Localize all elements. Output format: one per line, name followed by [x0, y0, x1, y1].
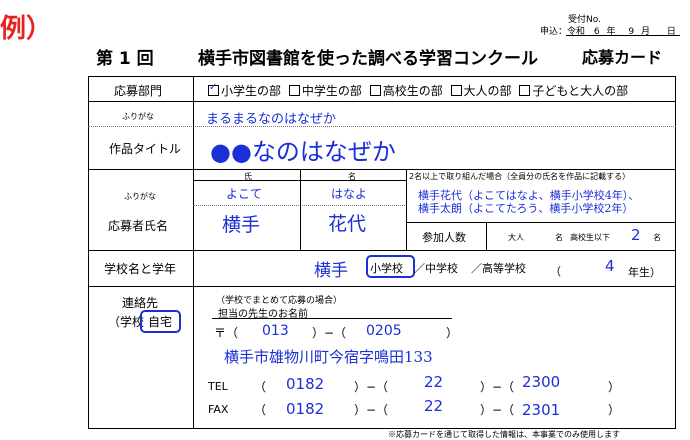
- grade-value[interactable]: 4: [605, 257, 615, 275]
- given-name-furigana[interactable]: はなよ: [331, 185, 367, 202]
- title-round: 第 1 回: [96, 49, 154, 69]
- school-type-high[interactable]: ／高等学校: [471, 260, 526, 276]
- children-label: 高校生以下: [570, 233, 610, 242]
- postal-code-1[interactable]: 013: [262, 323, 289, 339]
- fax-sep-2: ）−（: [480, 403, 515, 417]
- participants-label: 参加人数: [422, 231, 466, 244]
- fax-part-3[interactable]: 2301: [522, 401, 560, 419]
- page-title: 横手市図書館を使った調べる学習コンクール: [198, 49, 538, 69]
- contact-school-prefix: （学校: [108, 315, 145, 329]
- checkbox-icon[interactable]: [208, 82, 219, 96]
- children-count[interactable]: 2: [631, 226, 641, 244]
- given-name-value[interactable]: 花代: [328, 209, 366, 236]
- division-option-elementary[interactable]: 小学生の部: [208, 82, 281, 98]
- children-unit: 名: [653, 233, 661, 242]
- checkbox-icon[interactable]: [369, 85, 381, 96]
- example-mark: 例）: [0, 14, 53, 44]
- applicant-name-label: 応募者氏名: [108, 219, 169, 233]
- card-title: 応募カード: [582, 48, 663, 67]
- form-table: [88, 76, 676, 429]
- checkbox-icon[interactable]: [519, 85, 531, 96]
- group-note: 2名以上で取り組んだ場合（全員分の氏名を作品に記載する）: [409, 172, 631, 181]
- postal-code-2[interactable]: 0205: [366, 323, 402, 339]
- school-type-circle: [366, 255, 415, 278]
- division-label: 応募部門: [114, 84, 163, 98]
- grade-open: （: [550, 265, 561, 278]
- adults-label: 大人: [508, 233, 524, 242]
- postal-mark: 〒（: [214, 326, 239, 340]
- work-title-label: 作品タイトル: [109, 142, 182, 156]
- contact-home-circle: [140, 310, 181, 333]
- school-name[interactable]: 横手: [314, 256, 348, 281]
- applicant-furigana-label: ふりがな: [124, 192, 156, 201]
- tel-part-2[interactable]: 22: [424, 373, 443, 391]
- checkbox-icon[interactable]: [288, 85, 300, 96]
- work-title-value[interactable]: ●●なのはなぜか: [210, 132, 396, 167]
- address-value[interactable]: 横手市雄物川町今宿字鳴田133: [224, 346, 433, 367]
- fax-part-1[interactable]: 0182: [286, 400, 324, 418]
- tel-part-1[interactable]: 0182: [286, 375, 324, 393]
- tel-sep-2: ）−（: [480, 380, 515, 394]
- adults-unit: 名: [555, 233, 563, 242]
- grade-unit: 年生）: [628, 266, 661, 279]
- fax-sep-1: ）−（: [354, 403, 389, 417]
- postal-separator: ）−（: [312, 326, 347, 340]
- work-furigana-label: ふりがな: [122, 112, 154, 121]
- checkbox-icon[interactable]: [450, 85, 462, 96]
- postal-close: ）: [446, 326, 459, 340]
- fax-part-2[interactable]: 22: [424, 397, 443, 415]
- division-option-adult[interactable]: 大人の部: [450, 84, 512, 98]
- division-options: 小学生の部 中学生の部 高校生の部 大人の部 子どもと大人の部: [208, 82, 628, 99]
- division-option-high-school[interactable]: 高校生の部: [369, 84, 443, 98]
- school-type-junior-high[interactable]: ／中学校: [414, 260, 458, 276]
- tel-sep-1: ）−（: [354, 380, 389, 394]
- tel-close: ）: [608, 380, 621, 394]
- surname-header: 氏: [244, 172, 252, 181]
- tel-part-3[interactable]: 2300: [522, 373, 560, 391]
- contact-label: 連絡先: [122, 296, 159, 310]
- application-date: 申込：令和 6 年 9 月 日: [540, 27, 676, 37]
- division-option-junior-high[interactable]: 中学生の部: [288, 84, 362, 98]
- surname-value[interactable]: 横手: [222, 210, 260, 237]
- tel-label: TEL: [208, 380, 228, 393]
- tel-open: （: [254, 380, 267, 394]
- fax-label: FAX: [208, 403, 229, 416]
- school-label: 学校名と学年: [104, 262, 177, 276]
- division-option-family[interactable]: 子どもと大人の部: [519, 84, 628, 98]
- fax-open: （: [254, 403, 267, 417]
- work-furigana-value[interactable]: まるまるなのはなぜか: [206, 108, 336, 127]
- footer-note: ※応募カードを通じて取得した情報は、本事業でのみ使用します: [388, 430, 620, 439]
- surname-furigana[interactable]: よこて: [226, 185, 262, 202]
- group-member-2[interactable]: 横手太朗（よこてたろう、横手小学校2年）: [418, 200, 633, 216]
- given-name-header: 名: [348, 172, 356, 181]
- fax-close: ）: [608, 403, 621, 417]
- teacher-underline: [212, 318, 452, 319]
